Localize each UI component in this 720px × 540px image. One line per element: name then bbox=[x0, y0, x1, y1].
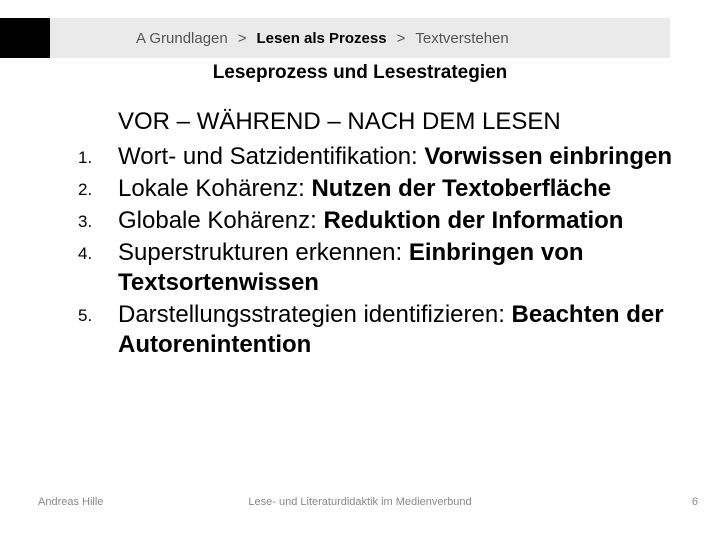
footer-title: Lese- und Literaturdidaktik im Medienver… bbox=[0, 496, 720, 508]
breadcrumb: A Grundlagen > Lesen als Prozess > Textv… bbox=[50, 18, 670, 58]
list-text-bold: Reduktion der Information bbox=[323, 207, 623, 234]
list-item: 2. Lokale Kohärenz: Nutzen der Textoberf… bbox=[78, 174, 680, 204]
list-text: Superstrukturen erkennen: Einbringen von… bbox=[118, 238, 680, 298]
slide-content: VOR – WÄHREND – NACH DEM LESEN 1. Wort- … bbox=[78, 108, 680, 362]
breadcrumb-separator: > bbox=[238, 30, 247, 47]
list-text-plain: Wort- und Satzidentifikation: bbox=[118, 143, 424, 170]
breadcrumb-accent bbox=[0, 18, 50, 58]
breadcrumb-item: A Grundlagen bbox=[136, 30, 228, 47]
slide-subtitle: Leseprozess und Lesestrategien bbox=[0, 62, 720, 84]
breadcrumb-bar: A Grundlagen > Lesen als Prozess > Textv… bbox=[0, 18, 720, 58]
breadcrumb-item: Textverstehen bbox=[415, 30, 508, 47]
numbered-list: 1. Wort- und Satzidentifikation: Vorwiss… bbox=[78, 142, 680, 360]
list-item: 1. Wort- und Satzidentifikation: Vorwiss… bbox=[78, 142, 680, 172]
list-number: 1. bbox=[78, 142, 118, 172]
list-text-plain: Lokale Kohärenz: bbox=[118, 175, 311, 202]
content-headline: VOR – WÄHREND – NACH DEM LESEN bbox=[118, 108, 680, 136]
list-item: 5. Darstellungsstrategien identifizieren… bbox=[78, 300, 680, 360]
list-number: 5. bbox=[78, 300, 118, 360]
list-text-bold: Nutzen der Textoberfläche bbox=[311, 175, 611, 202]
list-text: Darstellungsstrategien identifizieren: B… bbox=[118, 300, 680, 360]
list-text-bold: Vorwissen einbringen bbox=[424, 143, 672, 170]
slide: A Grundlagen > Lesen als Prozess > Textv… bbox=[0, 0, 720, 540]
list-text-plain: Darstellungsstrategien identifizieren: bbox=[118, 301, 512, 328]
list-number: 3. bbox=[78, 206, 118, 236]
breadcrumb-separator: > bbox=[397, 30, 406, 47]
footer-page-number: 6 bbox=[692, 496, 698, 508]
list-number: 2. bbox=[78, 174, 118, 204]
list-text-plain: Superstrukturen erkennen: bbox=[118, 239, 409, 266]
list-text-plain: Globale Kohärenz: bbox=[118, 207, 323, 234]
list-text: Globale Kohärenz: Reduktion der Informat… bbox=[118, 206, 623, 236]
list-item: 3. Globale Kohärenz: Reduktion der Infor… bbox=[78, 206, 680, 236]
list-number: 4. bbox=[78, 238, 118, 298]
slide-footer: Andreas Hille Lese- und Literaturdidakti… bbox=[0, 490, 720, 508]
breadcrumb-item-current: Lesen als Prozess bbox=[257, 30, 387, 47]
list-text: Wort- und Satzidentifikation: Vorwissen … bbox=[118, 142, 672, 172]
list-item: 4. Superstrukturen erkennen: Einbringen … bbox=[78, 238, 680, 298]
list-text: Lokale Kohärenz: Nutzen der Textoberfläc… bbox=[118, 174, 611, 204]
